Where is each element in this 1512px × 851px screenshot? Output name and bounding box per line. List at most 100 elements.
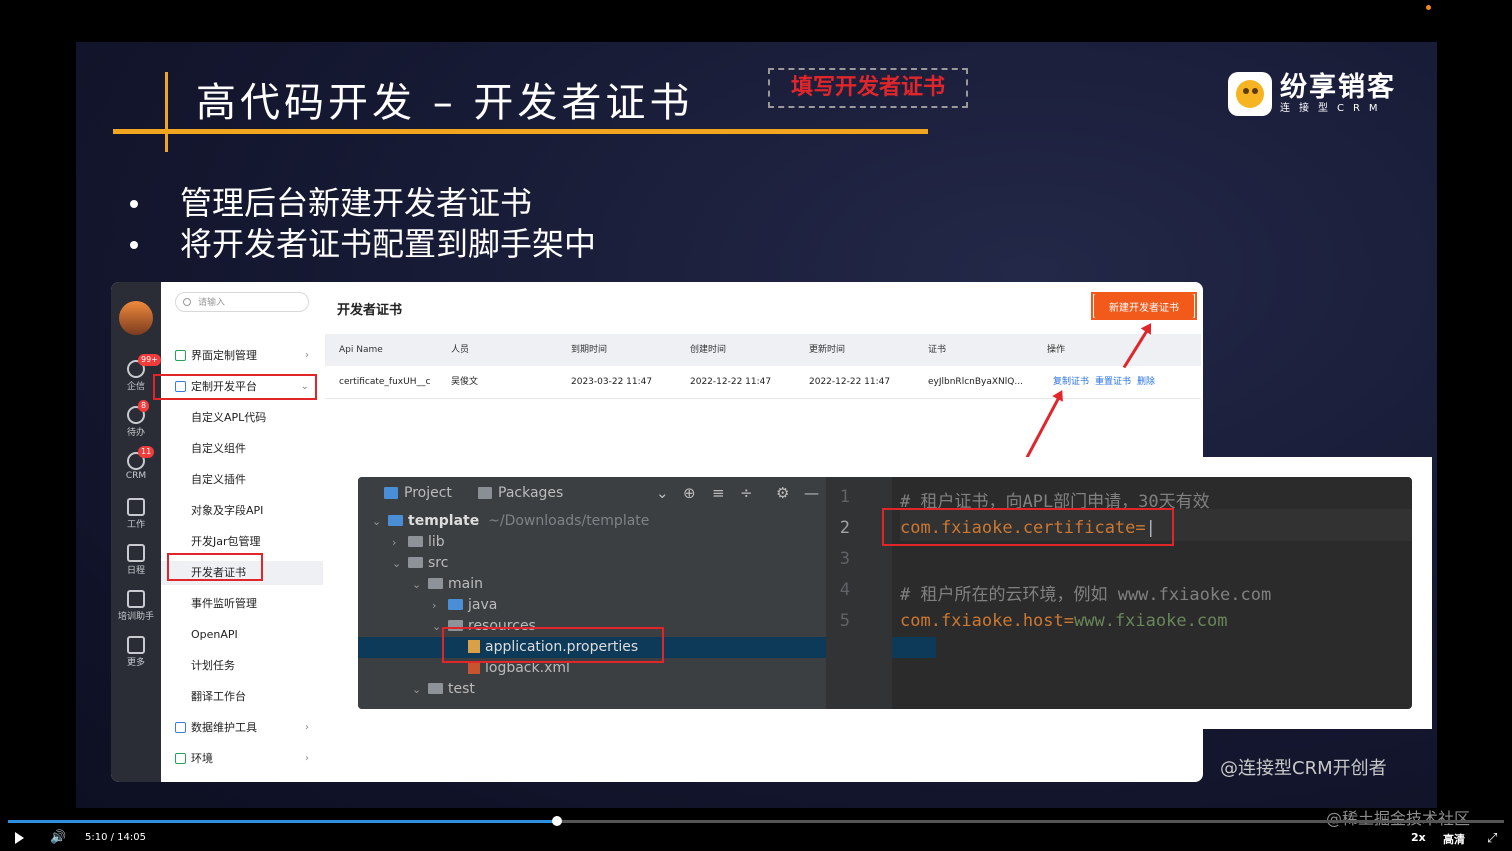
brand-logo: 纷享销客 连接型CRM <box>1228 72 1396 116</box>
column-header: 操作 <box>1047 345 1066 355</box>
grid-icon <box>127 636 145 654</box>
search-input[interactable]: 请输入 <box>175 292 309 312</box>
line-number: 4 <box>839 580 850 600</box>
project-tabs: Project Packages ⌄ ⊕ ≡ ÷ ⚙ — <box>358 477 826 511</box>
tree-node-src[interactable]: ⌄ src <box>358 553 860 574</box>
table-header: Api Name 人员 到期时间 创建时间 更新时间 证书 操作 <box>325 334 1201 366</box>
line-number: 3 <box>839 549 850 569</box>
folder-icon <box>428 683 443 694</box>
highlight-box-dev-platform <box>153 374 317 400</box>
rail-item-training[interactable]: 培训助手 <box>111 590 161 622</box>
menu-environment[interactable]: 环境 › <box>161 747 323 771</box>
rail-item-more[interactable]: 更多 <box>111 636 161 668</box>
bullet-dot-icon <box>130 199 138 208</box>
menu-data-tools[interactable]: 数据维护工具 › <box>161 716 323 740</box>
expand-all-icon[interactable]: ≡ <box>712 484 725 502</box>
table-row: certificate_fuxUH__c 吴俊文 2023-03-22 11:4… <box>325 366 1201 399</box>
code-line-4: # 租户所在的云环境，例如 www.fxiaoke.com <box>900 585 1272 605</box>
cell-api-name: certificate_fuxUH__c <box>339 377 431 387</box>
book-icon <box>127 590 145 608</box>
tree-node-root[interactable]: ⌄ template ~/Downloads/template <box>358 511 840 532</box>
highlight-box-new-button <box>1091 292 1197 320</box>
fullscreen-icon[interactable]: ⤢ <box>1487 831 1497 846</box>
collapse-all-icon[interactable]: ÷ <box>740 484 753 502</box>
play-icon[interactable] <box>15 832 24 844</box>
menu-custom-plugin[interactable]: 自定义插件 <box>161 468 323 492</box>
delete-link[interactable]: 删除 <box>1137 377 1155 387</box>
cell-updated: 2022-12-22 11:47 <box>809 377 891 387</box>
menu-jar-mgmt[interactable]: 开发Jar包管理 <box>161 530 323 554</box>
menu-translation[interactable]: 翻译工作台 <box>161 685 323 709</box>
bullet-1: 管理后台新建开发者证书 <box>180 184 533 222</box>
sidebar-menu: 请输入 界面定制管理 › 定制开发平台 ⌄ 自定义APL代码 自定义组件 自定义插件… <box>153 282 323 782</box>
highlight-box-dev-certificate <box>167 553 263 581</box>
rail-item-work[interactable]: 工作 <box>111 498 161 530</box>
chevron-right-icon: › <box>305 753 309 764</box>
ide-window: Project Packages ⌄ ⊕ ≡ ÷ ⚙ — ⌄ template ~… <box>358 477 1412 709</box>
cell-expire: 2023-03-22 11:47 <box>571 377 653 387</box>
bullet-list: 管理后台新建开发者证书 将开发者证书配置到脚手架中 <box>130 183 596 265</box>
highlight-box-app-props <box>442 627 664 663</box>
line-number: 5 <box>839 611 850 631</box>
column-header: 到期时间 <box>571 345 608 355</box>
tab-packages[interactable]: Packages <box>498 485 563 501</box>
tab-project[interactable]: Project <box>404 485 452 501</box>
locate-icon[interactable]: ⊕ <box>683 484 696 502</box>
title-accent-vertical <box>165 72 168 152</box>
rail-item-todo[interactable]: 待办 8 <box>111 400 161 438</box>
annotation-fill-certificate: 填写开发者证书 <box>768 68 968 108</box>
logo-mascot-icon <box>1228 72 1272 116</box>
project-icon <box>384 487 398 499</box>
chevron-right-icon: › <box>305 350 309 361</box>
column-header: Api Name <box>339 345 383 355</box>
bullet-2: 将开发者证书配置到脚手架中 <box>180 225 597 263</box>
logo-name: 纷享销客 <box>1280 72 1396 103</box>
column-header: 创建时间 <box>690 345 727 355</box>
column-header: 证书 <box>928 345 947 355</box>
bullet-dot-icon <box>130 240 138 249</box>
tree-node-java[interactable]: › java <box>358 595 900 616</box>
rail-item-calendar[interactable]: 日程 <box>111 544 161 576</box>
menu-apl-code[interactable]: 自定义APL代码 <box>161 406 323 430</box>
logo-subtitle: 连接型CRM <box>1280 103 1387 114</box>
search-icon <box>183 298 191 306</box>
reset-certificate-link[interactable]: 重置证书 <box>1095 377 1131 387</box>
folder-icon <box>428 578 443 589</box>
gear-icon[interactable]: ⚙ <box>776 484 789 502</box>
column-header: 更新时间 <box>809 345 846 355</box>
tree-node-test[interactable]: ⌄ test <box>358 679 880 700</box>
folder-icon <box>408 557 423 568</box>
page-title: 开发者证书 <box>337 303 403 318</box>
progress-bar[interactable] <box>8 816 1504 826</box>
tree-node-lib[interactable]: › lib <box>358 532 860 553</box>
time-display: 5:10 / 14:05 <box>85 832 147 843</box>
badge: 8 <box>138 400 150 412</box>
packages-icon <box>478 487 492 499</box>
volume-icon[interactable]: 🔊 <box>50 831 66 845</box>
code-editor[interactable]: # 租户证书，向APL部门申请，30天有效 com.fxiaoke.certif… <box>882 477 1412 709</box>
dropdown-icon[interactable]: ⌄ <box>656 484 669 502</box>
line-number: 1 <box>839 487 850 507</box>
quality-button[interactable]: 高清 <box>1443 831 1465 847</box>
badge: 11 <box>138 446 155 458</box>
title-accent-underline <box>113 129 928 134</box>
menu-scheduled-task[interactable]: 计划任务 <box>161 654 323 678</box>
menu-custom-component[interactable]: 自定义组件 <box>161 437 323 461</box>
minimize-icon[interactable]: — <box>804 484 819 502</box>
project-panel: Project Packages ⌄ ⊕ ≡ ÷ ⚙ — ⌄ template ~… <box>358 477 936 709</box>
menu-object-field-api[interactable]: 对象及字段API <box>161 499 323 523</box>
highlight-box-certificate-line <box>882 508 1174 546</box>
briefcase-icon <box>127 498 145 516</box>
progress-knob[interactable] <box>552 816 563 826</box>
speed-button[interactable]: 2x <box>1411 831 1426 844</box>
notification-dot <box>1426 5 1431 10</box>
slide-watermark: @连接型CRM开创者 <box>1220 758 1387 779</box>
menu-openapi[interactable]: OpenAPI <box>161 623 323 647</box>
rail-item-crm[interactable]: CRM 11 <box>111 446 161 481</box>
menu-event-listener[interactable]: 事件监听管理 <box>161 592 323 616</box>
avatar[interactable] <box>119 301 153 335</box>
badge: 99+ <box>138 354 161 366</box>
copy-certificate-link[interactable]: 复制证书 <box>1053 377 1089 387</box>
menu-ui-mgmt[interactable]: 界面定制管理 › <box>161 344 323 368</box>
tree-node-main[interactable]: ⌄ main <box>358 574 880 595</box>
